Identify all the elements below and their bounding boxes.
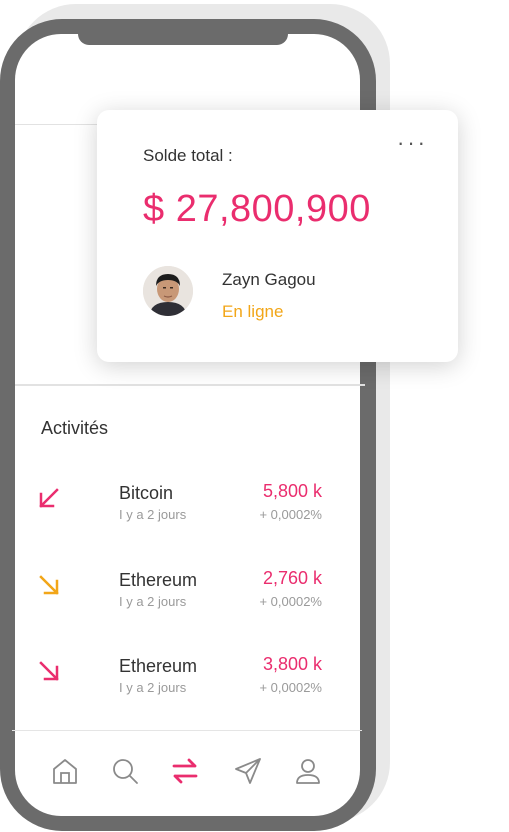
activity-name: Ethereum	[119, 656, 198, 676]
activity-change: + 0,0002%	[259, 594, 322, 609]
more-options-icon[interactable]: ···	[397, 130, 428, 156]
activity-amount: 3,800 k	[262, 654, 322, 674]
divider	[15, 384, 365, 386]
activity-item-ethereum[interactable]: Ethereum I y a 2 jours 3,800 k + 0,0002%	[0, 654, 360, 704]
user-name: Zayn Gagou	[222, 270, 316, 289]
profile-icon[interactable]	[294, 757, 322, 785]
activity-amount: 5,800 k	[262, 481, 322, 501]
search-icon[interactable]	[111, 757, 139, 785]
activity-date: I y a 2 jours	[119, 680, 187, 695]
arrow-down-right-icon	[39, 661, 59, 681]
balance-amount: $ 27,800,900	[143, 188, 371, 230]
divider	[12, 730, 362, 731]
activity-date: I y a 2 jours	[119, 507, 187, 522]
activities-title: Activités	[41, 418, 109, 438]
balance-label: Solde total :	[143, 146, 233, 165]
arrow-down-left-icon	[39, 488, 59, 508]
phone-notch	[78, 34, 288, 45]
activity-name: Ethereum	[119, 570, 198, 590]
transfer-icon[interactable]	[171, 757, 199, 785]
send-icon[interactable]	[234, 757, 262, 785]
user-status: En ligne	[222, 302, 284, 321]
activity-name: Bitcoin	[119, 483, 174, 503]
activity-change: + 0,0002%	[259, 680, 322, 695]
activity-date: I y a 2 jours	[119, 594, 187, 609]
balance-card: Solde total : ··· $ 27,800,900 Zayn Gago…	[97, 110, 458, 362]
activity-change: + 0,0002%	[259, 507, 322, 522]
avatar[interactable]	[143, 266, 193, 316]
home-icon[interactable]	[51, 757, 79, 785]
activity-item-ethereum[interactable]: Ethereum I y a 2 jours 2,760 k + 0,0002%	[0, 568, 360, 618]
activity-item-bitcoin[interactable]: Bitcoin I y a 2 jours 5,800 k + 0,0002%	[0, 481, 360, 531]
activity-amount: 2,760 k	[262, 568, 322, 588]
user-avatar-image	[143, 266, 193, 316]
arrow-down-right-icon	[39, 575, 59, 595]
